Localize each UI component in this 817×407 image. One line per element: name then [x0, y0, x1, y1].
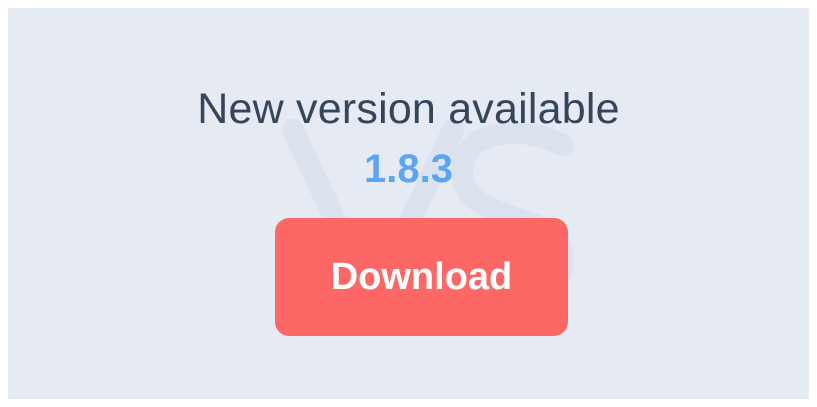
- download-button[interactable]: Download: [275, 218, 568, 336]
- version-number: 1.8.3: [364, 147, 453, 191]
- update-title: New version available: [197, 85, 620, 133]
- update-content: New version available 1.8.3 Download: [8, 8, 809, 399]
- update-panel: New version available 1.8.3 Download: [8, 8, 809, 399]
